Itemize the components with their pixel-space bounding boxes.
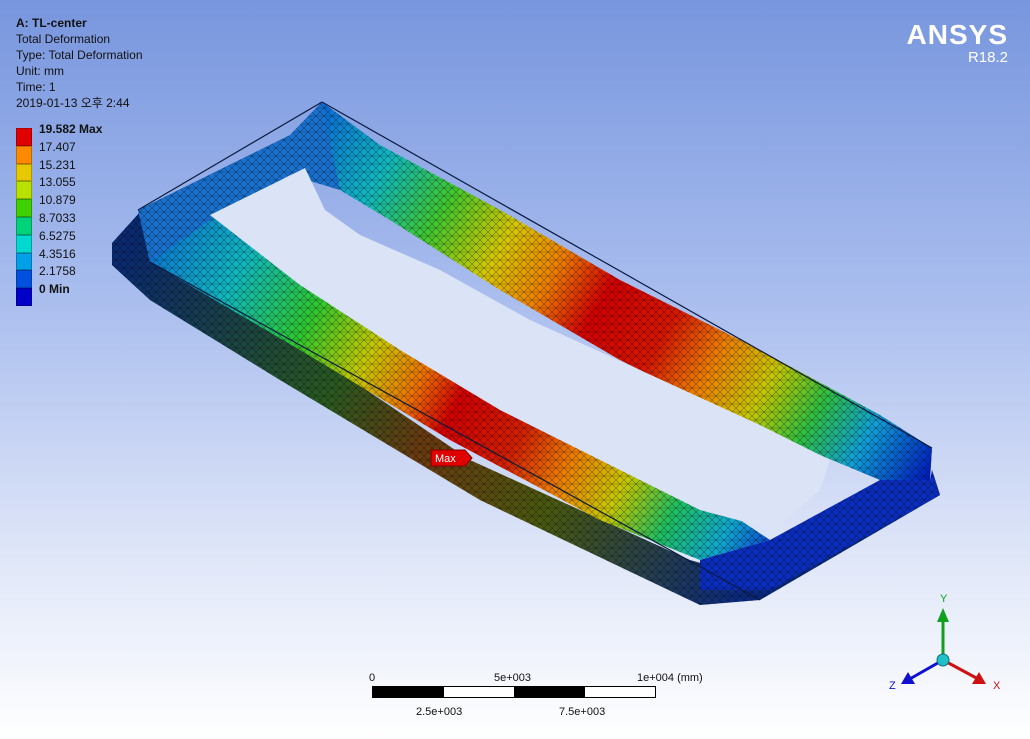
scale-ruler: 0 5e+003 1e+004 (mm) 2.5e+003 7.5e+003	[369, 672, 703, 722]
scale-label: 7.5e+003	[559, 706, 606, 718]
triad-origin-icon	[936, 653, 950, 667]
scale-label: 0	[369, 672, 376, 684]
scale-bar	[372, 686, 656, 698]
x-axis-label: X	[993, 680, 1001, 692]
scale-label: 5e+003	[494, 672, 532, 684]
max-probe-label: Max	[435, 453, 456, 465]
y-axis-label: Y	[940, 593, 948, 605]
scale-label: 1e+004 (mm)	[637, 672, 703, 684]
z-axis-label: Z	[889, 680, 896, 692]
scale-label: 2.5e+003	[416, 706, 463, 718]
y-axis-arrow-icon	[937, 608, 949, 622]
axis-triad[interactable]: Y X Z	[880, 590, 1010, 700]
model-viewport[interactable]: Max	[0, 0, 1030, 739]
max-probe-marker[interactable]: Max	[430, 449, 473, 467]
